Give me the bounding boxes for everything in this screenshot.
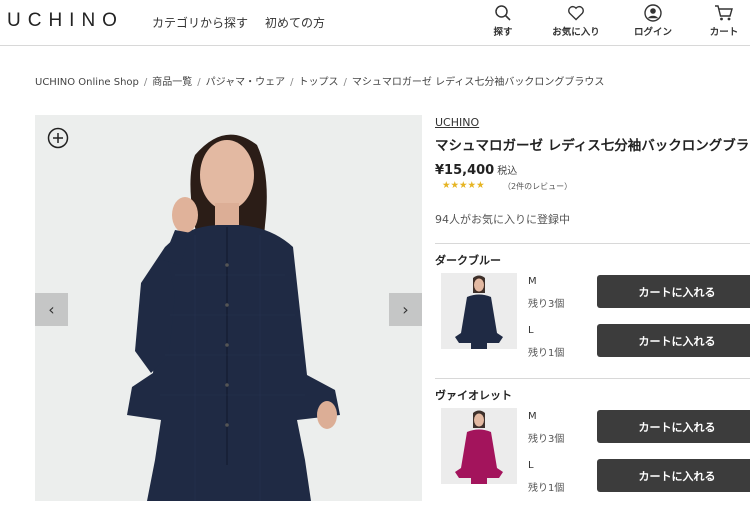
brand-link[interactable]: UCHINO [435, 116, 479, 129]
product-image-gallery[interactable]: ‹ › [35, 115, 422, 501]
search-label: 探す [493, 27, 513, 38]
price-value: ¥15,400 [435, 163, 495, 178]
rating-stars: ★★★★★ [442, 180, 485, 191]
breadcrumb-tops[interactable]: トップス [299, 77, 339, 88]
breadcrumb-products[interactable]: 商品一覧 [152, 77, 192, 88]
site-header: UCHINO カテゴリから探す 初めての方 探す お気に入り ログイン カート [0, 0, 750, 46]
chevron-right-icon: › [402, 300, 409, 319]
divider [435, 243, 750, 244]
breadcrumb-home[interactable]: UCHINO Online Shop [35, 77, 139, 88]
variant-thumbnail[interactable] [441, 273, 517, 349]
header-search-button[interactable]: 探す [486, 4, 520, 38]
variant-stock: 残り3個 [528, 299, 565, 310]
site-logo[interactable]: UCHINO [7, 10, 124, 32]
login-label: ログイン [633, 27, 672, 38]
tax-label: 税込 [497, 166, 518, 177]
variant-size: M [528, 411, 537, 422]
variant-stock: 残り1個 [528, 348, 565, 359]
breadcrumb-current: マシュマロガーゼ レディス七分袖バックロングブラウス [351, 77, 605, 88]
variant-size: L [528, 460, 534, 471]
zoom-button[interactable] [47, 127, 69, 149]
search-icon [495, 5, 511, 21]
cart-label: カート [709, 27, 739, 38]
variant-stock: 残り3個 [528, 434, 565, 445]
variant-size: M [528, 276, 537, 287]
favorites-label: お気に入り [552, 27, 600, 38]
nav-first-time[interactable]: 初めての方 [265, 14, 325, 31]
variant-thumbnail[interactable] [441, 408, 517, 484]
heart-icon [568, 5, 584, 21]
product-title: マシュマロガーゼ レディス七分袖バックロングブラ [435, 138, 750, 154]
product-photo [35, 115, 422, 501]
add-to-cart-button[interactable]: カートに入れる [597, 275, 750, 308]
variant-thumbnail-image [441, 273, 517, 349]
header-cart-button[interactable]: カート [704, 4, 744, 38]
product-price: ¥15,400 税込 [435, 162, 517, 178]
favorite-count: 94人がお気に入りに登録中 [435, 213, 570, 226]
nav-category-search[interactable]: カテゴリから探す [152, 14, 248, 31]
gallery-next-button[interactable]: › [389, 293, 422, 326]
breadcrumb-pajama-wear[interactable]: パジャマ・ウェア [206, 77, 286, 88]
chevron-left-icon: ‹ [48, 300, 55, 319]
variant-size: L [528, 325, 534, 336]
add-to-cart-button[interactable]: カートに入れる [597, 459, 750, 492]
review-count-link[interactable]: （2件のレビュー） [503, 181, 572, 192]
variant-stock: 残り1個 [528, 483, 565, 494]
user-icon [644, 4, 662, 22]
cart-icon [715, 5, 733, 21]
header-login-button[interactable]: ログイン [630, 4, 676, 38]
variant-color-name: ダークブルー [435, 254, 501, 267]
variant-thumbnail-image [441, 408, 517, 484]
divider [435, 378, 750, 379]
header-favorites-button[interactable]: お気に入り [548, 4, 604, 38]
breadcrumb: UCHINO Online Shop / 商品一覧 / パジャマ・ウェア / トップス / マシ… [35, 77, 605, 88]
zoom-plus-icon [47, 127, 69, 149]
add-to-cart-button[interactable]: カートに入れる [597, 324, 750, 357]
gallery-prev-button[interactable]: ‹ [35, 293, 68, 326]
add-to-cart-button[interactable]: カートに入れる [597, 410, 750, 443]
variant-color-name: ヴァイオレット [435, 389, 512, 402]
